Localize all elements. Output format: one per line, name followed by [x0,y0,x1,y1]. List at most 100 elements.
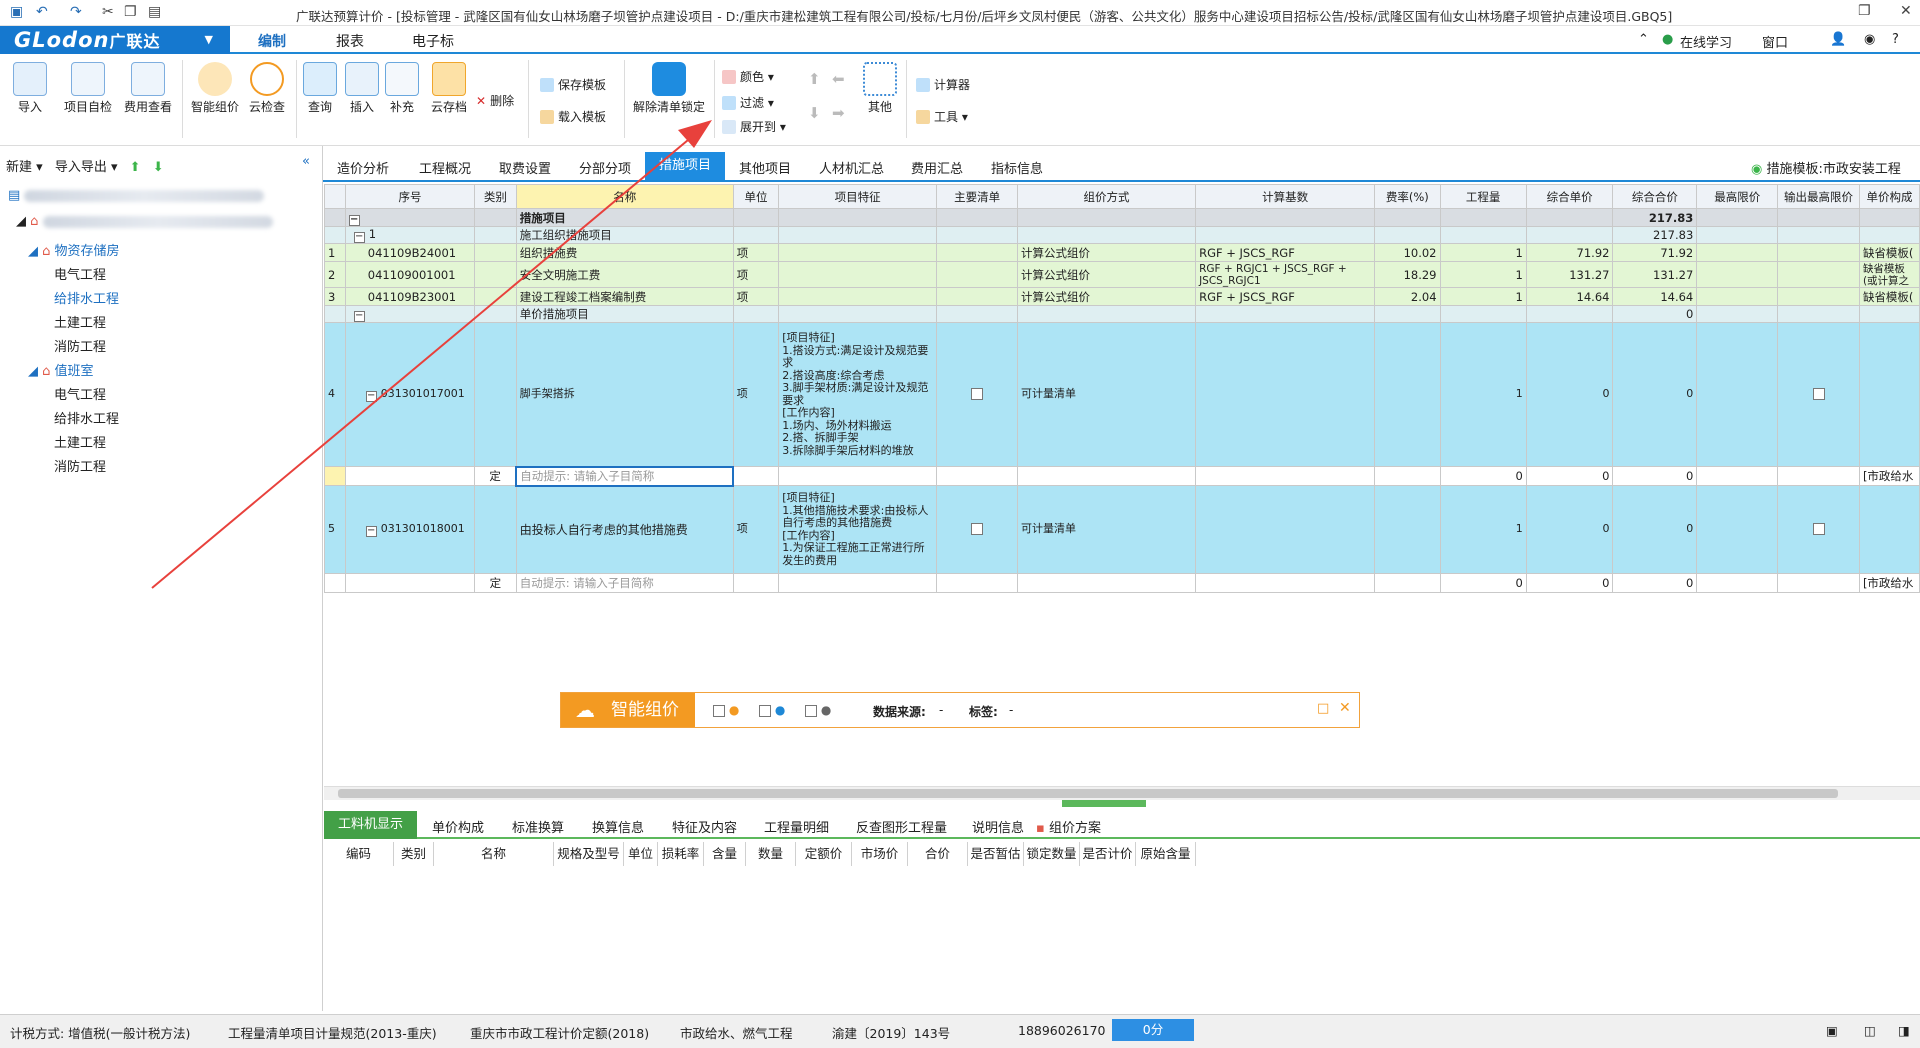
col-unit[interactable]: 单位 [732,184,780,209]
move-right-icon[interactable]: ➡ [832,104,845,122]
collapse-pane-icon[interactable]: « [302,154,310,169]
col-name[interactable]: 名称 [515,184,734,209]
bcol-priced[interactable]: 是否计价 [1080,842,1136,866]
tab-unit-price[interactable]: 单价构成 [432,817,484,836]
table-row[interactable]: 3 041109B23001 建设工程竣工档案编制费项计算公式组价 RGF + JSC… [324,287,1920,306]
subitem-name-input[interactable]: 自动提示: 请输入子目简称 [515,465,735,487]
scroll-thumb[interactable] [338,789,1838,798]
tab-material-summary[interactable]: 人材机汇总 [819,158,884,177]
window-menu[interactable]: 窗口 [1762,32,1788,51]
bcol-spec[interactable]: 规格及型号 [554,842,624,866]
layout-icon[interactable]: ◨ [1898,1023,1910,1038]
load-template-button[interactable]: 载入模板 [540,108,606,125]
tab-divisions[interactable]: 分部分项 [579,158,631,177]
tree-item-civil[interactable]: 土建工程 [54,432,106,451]
tab-feature-content[interactable]: 特征及内容 [672,817,737,836]
cut-icon[interactable]: ✂ [102,4,114,20]
assistant-icon[interactable]: ◉ [1864,32,1875,47]
tree-item-water[interactable]: 给排水工程 [54,408,119,427]
col-comp[interactable]: 单价构成 [1858,184,1920,209]
tab-reverse-check[interactable]: 反查图形工程量 [856,817,947,836]
collapse-ribbon-icon[interactable]: ⌃ [1638,32,1649,47]
app-logo[interactable]: GLodon广联达 ▼ [0,26,230,54]
move-up-icon[interactable]: ⬆ [808,70,821,88]
unlock-list-button[interactable]: 解除清单锁定 [630,62,708,114]
horizontal-scrollbar[interactable] [324,786,1920,800]
tab-fee-setting[interactable]: 取费设置 [499,158,551,177]
cloud-check-button[interactable]: 云检查 [246,62,288,114]
import-button[interactable]: 导入 [10,62,50,114]
cloud-archive-button[interactable]: 云存档 [428,62,470,114]
tab-measures[interactable]: 措施项目 [645,152,726,180]
tree-item-electric[interactable]: 电气工程 [54,384,106,403]
close-icon[interactable]: ✕ [1339,700,1351,716]
table-row[interactable]: 定自动提示: 请输入子目简称 0 0 0 [市政给水 [324,465,1920,487]
col-price[interactable]: 综合单价 [1525,184,1614,209]
tree-root[interactable]: ▤ [8,188,265,203]
tab-cost-summary[interactable]: 费用汇总 [911,158,963,177]
tab-report[interactable]: 报表 [336,31,364,51]
supplement-button[interactable]: 补充 [384,62,420,114]
undo-icon[interactable]: ↶ [36,4,48,20]
tree-item-fire[interactable]: 消防工程 [54,336,106,355]
expand-to-button[interactable]: 展开到 ▾ [722,118,786,135]
close-icon[interactable]: ✕ [1900,3,1912,19]
tree-item-fire[interactable]: 消防工程 [54,456,106,475]
output-max-checkbox[interactable] [1812,388,1825,401]
delete-button[interactable]: ✕ 删除 [476,92,514,109]
col-type[interactable]: 类别 [474,184,517,209]
bcol-loss[interactable]: 损耗率 [658,842,704,866]
tree-item-civil[interactable]: 土建工程 [54,312,106,331]
col-total[interactable]: 综合合价 [1612,184,1698,209]
tab-overview[interactable]: 工程概况 [419,158,471,177]
table-row[interactable]: 4−031301017001 脚手架搭拆项 [项目特征] 1.搭设方式:满足设计及规… [324,322,1920,467]
copy-icon[interactable]: ❐ [124,4,137,20]
save-template-button[interactable]: 保存模板 [540,76,606,93]
table-row[interactable]: −1 施工组织措施项目 217.83 [324,226,1920,244]
color-button[interactable]: 颜色 ▾ [722,68,774,85]
tab-indicators[interactable]: 指标信息 [991,158,1043,177]
filter-checkbox-3[interactable]: ● [805,703,831,717]
tab-material-display[interactable]: 工料机显示 [324,811,418,839]
move-down-icon[interactable]: ⬇ [808,104,821,122]
layout-icon[interactable]: ◫ [1864,1023,1876,1038]
splitter-handle[interactable] [1062,800,1146,807]
score-badge[interactable]: 0分 [1112,1019,1194,1041]
bcol-type[interactable]: 类别 [394,842,434,866]
filter-checkbox-1[interactable]: ● [713,703,739,717]
tree-node-single[interactable]: ◢ ⌂ [16,214,273,229]
layout-icon[interactable]: ▣ [1826,1023,1838,1038]
main-list-checkbox[interactable] [971,388,984,401]
table-row[interactable]: 1 041109B24001 组织措施费项计算公式组价 RGF + JSCS_RGF 1… [324,243,1920,262]
paste-icon[interactable]: ▤ [148,4,161,20]
tools-button[interactable]: 工具 ▾ [916,108,968,125]
tree-node-storage[interactable]: ◢ ⌂ 物资存储房 [28,240,120,259]
bcol-code[interactable]: 编码 [324,842,394,866]
template-label[interactable]: ◉ 措施模板:市政安装工程 [1751,158,1901,177]
cost-view-button[interactable]: 费用查看 [122,62,174,114]
maximize-icon[interactable]: □ [1317,701,1329,716]
self-check-button[interactable]: 项目自检 [62,62,114,114]
tab-pricing-plan[interactable]: ▪ 组价方案 [1036,817,1101,836]
col-feature[interactable]: 项目特征 [778,184,938,209]
table-row[interactable]: − 单价措施项目 0 [324,305,1920,323]
tab-other-items[interactable]: 其他项目 [739,158,791,177]
col-base[interactable]: 计算基数 [1195,184,1376,209]
import-export-menu[interactable]: 导入导出 ▾ [55,160,118,175]
move-down-icon[interactable]: ⬇ [153,160,164,175]
col-main[interactable]: 主要清单 [936,184,1019,209]
col-no[interactable]: 序号 [344,184,476,209]
col-qty[interactable]: 工程量 [1439,184,1527,209]
redo-icon[interactable]: ↷ [70,4,82,20]
tree-node-duty-room[interactable]: ◢ ⌂ 值班室 [28,360,94,379]
tab-convert-info[interactable]: 换算信息 [592,817,644,836]
col-max[interactable]: 最高限价 [1696,184,1779,209]
table-row[interactable]: 定自动提示: 请输入子目简称 0 0 0 [市政给水 [324,573,1920,593]
smart-pricing-title[interactable]: ☁ 智能组价 [561,693,695,727]
col-rate[interactable]: 费率(%) [1374,184,1441,209]
online-learning-link[interactable]: 在线学习 [1680,32,1732,51]
col-out-max[interactable]: 输出最高限价 [1777,184,1860,209]
filter-checkbox-2[interactable]: ● [759,703,785,717]
save-icon[interactable]: ▣ [10,4,23,20]
new-menu[interactable]: 新建 ▾ [6,160,43,175]
